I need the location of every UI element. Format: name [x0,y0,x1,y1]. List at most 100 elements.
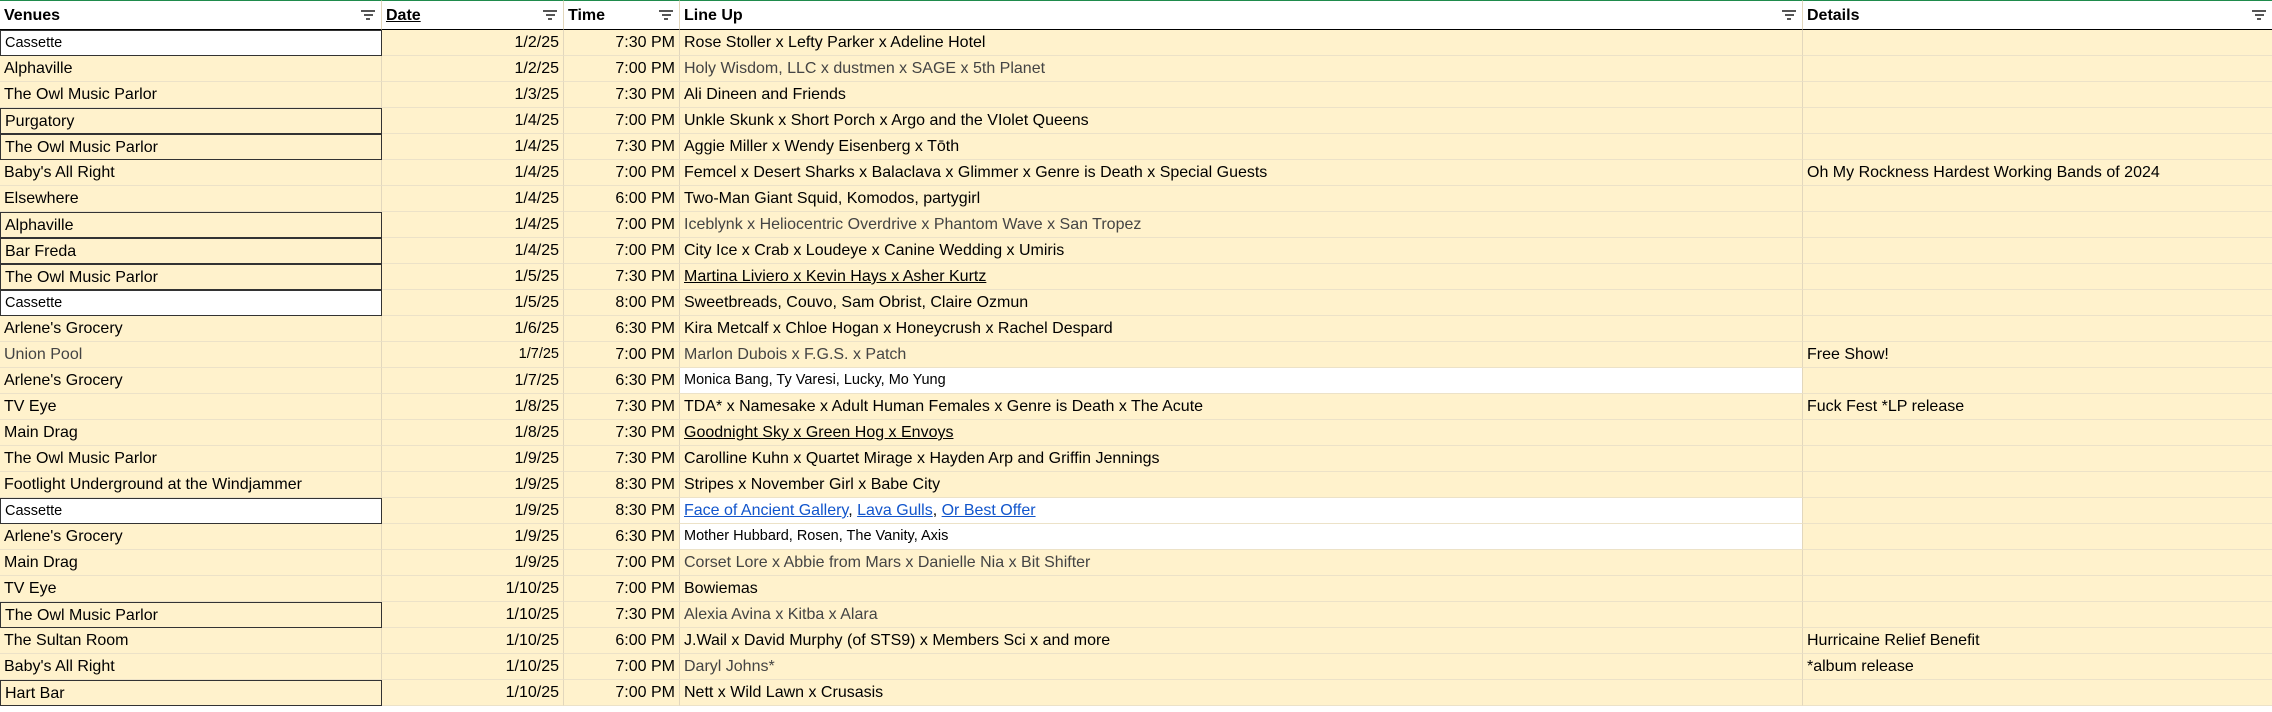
lineup-cell[interactable]: Carolline Kuhn x Quartet Mirage x Hayden… [680,446,1803,472]
lineup-cell[interactable]: Monica Bang, Ty Varesi, Lucky, Mo Yung [680,368,1803,394]
details-cell[interactable] [1803,524,2272,550]
date-cell[interactable]: 1/4/25 [382,238,564,264]
time-cell[interactable]: 7:30 PM [564,602,680,628]
venue-cell[interactable]: Baby's All Right [0,654,382,680]
details-cell[interactable] [1803,576,2272,602]
date-cell[interactable]: 1/10/25 [382,628,564,654]
date-cell[interactable]: 1/7/25 [382,368,564,394]
venue-cell[interactable]: Purgatory [0,108,382,134]
details-cell[interactable] [1803,498,2272,524]
details-cell[interactable] [1803,290,2272,316]
venue-cell[interactable]: Hart Bar [0,680,382,706]
date-cell[interactable]: 1/9/25 [382,550,564,576]
details-cell[interactable] [1803,264,2272,290]
lineup-cell[interactable]: Mother Hubbard, Rosen, The Vanity, Axis [680,524,1803,550]
details-cell[interactable]: Oh My Rockness Hardest Working Bands of … [1803,160,2272,186]
date-cell[interactable]: 1/10/25 [382,654,564,680]
lineup-cell[interactable]: Marlon Dubois x F.G.S. x Patch [680,342,1803,368]
lineup-cell[interactable]: Holy Wisdom, LLC x dustmen x SAGE x 5th … [680,56,1803,82]
time-cell[interactable]: 7:00 PM [564,680,680,706]
details-cell[interactable]: *album release [1803,654,2272,680]
date-cell[interactable]: 1/4/25 [382,108,564,134]
details-cell[interactable]: Fuck Fest *LP release [1803,394,2272,420]
lineup-cell[interactable]: Martina Liviero x Kevin Hays x Asher Kur… [680,264,1803,290]
time-cell[interactable]: 7:30 PM [564,264,680,290]
details-cell[interactable] [1803,368,2272,394]
lineup-cell[interactable]: Aggie Miller x Wendy Eisenberg x Tōth [680,134,1803,160]
venue-cell[interactable]: The Owl Music Parlor [0,446,382,472]
details-cell[interactable] [1803,30,2272,56]
details-cell[interactable] [1803,238,2272,264]
venue-cell[interactable]: Cassette [0,30,382,56]
details-cell[interactable] [1803,420,2272,446]
time-cell[interactable]: 7:30 PM [564,30,680,56]
venue-cell[interactable]: Union Pool [0,342,382,368]
lineup-link[interactable]: Or Best Offer [942,502,1036,519]
time-cell[interactable]: 7:30 PM [564,446,680,472]
header-lineup[interactable]: Line Up [680,0,1803,30]
details-cell[interactable] [1803,680,2272,706]
time-cell[interactable]: 6:30 PM [564,368,680,394]
lineup-cell[interactable]: Iceblynk x Heliocentric Overdrive x Phan… [680,212,1803,238]
details-cell[interactable]: Hurricaine Relief Benefit [1803,628,2272,654]
lineup-cell[interactable]: Ali Dineen and Friends [680,82,1803,108]
lineup-cell[interactable]: Two-Man Giant Squid, Komodos, partygirl [680,186,1803,212]
lineup-link[interactable]: Face of Ancient Gallery [684,502,848,519]
lineup-cell[interactable]: J.Wail x David Murphy (of STS9) x Member… [680,628,1803,654]
lineup-cell[interactable]: Bowiemas [680,576,1803,602]
date-cell[interactable]: 1/9/25 [382,498,564,524]
lineup-cell[interactable]: Femcel x Desert Sharks x Balaclava x Gli… [680,160,1803,186]
details-cell[interactable] [1803,56,2272,82]
lineup-link[interactable]: Lava Gulls [857,502,933,519]
date-cell[interactable]: 1/10/25 [382,602,564,628]
venue-cell[interactable]: Footlight Underground at the Windjammer [0,472,382,498]
venue-cell[interactable]: TV Eye [0,576,382,602]
filter-icon[interactable] [2252,10,2266,22]
venue-cell[interactable]: The Owl Music Parlor [0,602,382,628]
lineup-cell[interactable]: Face of Ancient Gallery, Lava Gulls, Or … [680,498,1803,524]
date-cell[interactable]: 1/6/25 [382,316,564,342]
date-cell[interactable]: 1/10/25 [382,680,564,706]
filter-icon[interactable] [543,10,557,22]
time-cell[interactable]: 6:00 PM [564,628,680,654]
date-cell[interactable]: 1/8/25 [382,420,564,446]
venue-cell[interactable]: The Owl Music Parlor [0,134,382,160]
time-cell[interactable]: 7:00 PM [564,108,680,134]
lineup-cell[interactable]: Unkle Skunk x Short Porch x Argo and the… [680,108,1803,134]
venue-cell[interactable]: Main Drag [0,420,382,446]
date-cell[interactable]: 1/3/25 [382,82,564,108]
venue-cell[interactable]: TV Eye [0,394,382,420]
header-venues[interactable]: Venues [0,0,382,30]
details-cell[interactable] [1803,602,2272,628]
time-cell[interactable]: 6:30 PM [564,316,680,342]
time-cell[interactable]: 7:00 PM [564,238,680,264]
details-cell[interactable] [1803,472,2272,498]
venue-cell[interactable]: Cassette [0,498,382,524]
lineup-cell[interactable]: Goodnight Sky x Green Hog x Envoys [680,420,1803,446]
time-cell[interactable]: 7:30 PM [564,420,680,446]
time-cell[interactable]: 7:00 PM [564,160,680,186]
details-cell[interactable] [1803,82,2272,108]
date-cell[interactable]: 1/4/25 [382,160,564,186]
details-cell[interactable] [1803,134,2272,160]
lineup-cell[interactable]: Rose Stoller x Lefty Parker x Adeline Ho… [680,30,1803,56]
date-cell[interactable]: 1/4/25 [382,186,564,212]
date-cell[interactable]: 1/2/25 [382,56,564,82]
time-cell[interactable]: 6:00 PM [564,186,680,212]
date-cell[interactable]: 1/7/25 [382,342,564,368]
time-cell[interactable]: 8:30 PM [564,498,680,524]
filter-icon[interactable] [361,10,375,22]
venue-cell[interactable]: Arlene's Grocery [0,316,382,342]
venue-cell[interactable]: The Owl Music Parlor [0,264,382,290]
lineup-cell[interactable]: Nett x Wild Lawn x Crusasis [680,680,1803,706]
time-cell[interactable]: 7:00 PM [564,576,680,602]
venue-cell[interactable]: Elsewhere [0,186,382,212]
date-cell[interactable]: 1/4/25 [382,134,564,160]
date-cell[interactable]: 1/8/25 [382,394,564,420]
venue-cell[interactable]: The Owl Music Parlor [0,82,382,108]
venue-cell[interactable]: Cassette [0,290,382,316]
details-cell[interactable] [1803,446,2272,472]
filter-icon[interactable] [659,10,673,22]
date-cell[interactable]: 1/2/25 [382,30,564,56]
date-cell[interactable]: 1/5/25 [382,264,564,290]
